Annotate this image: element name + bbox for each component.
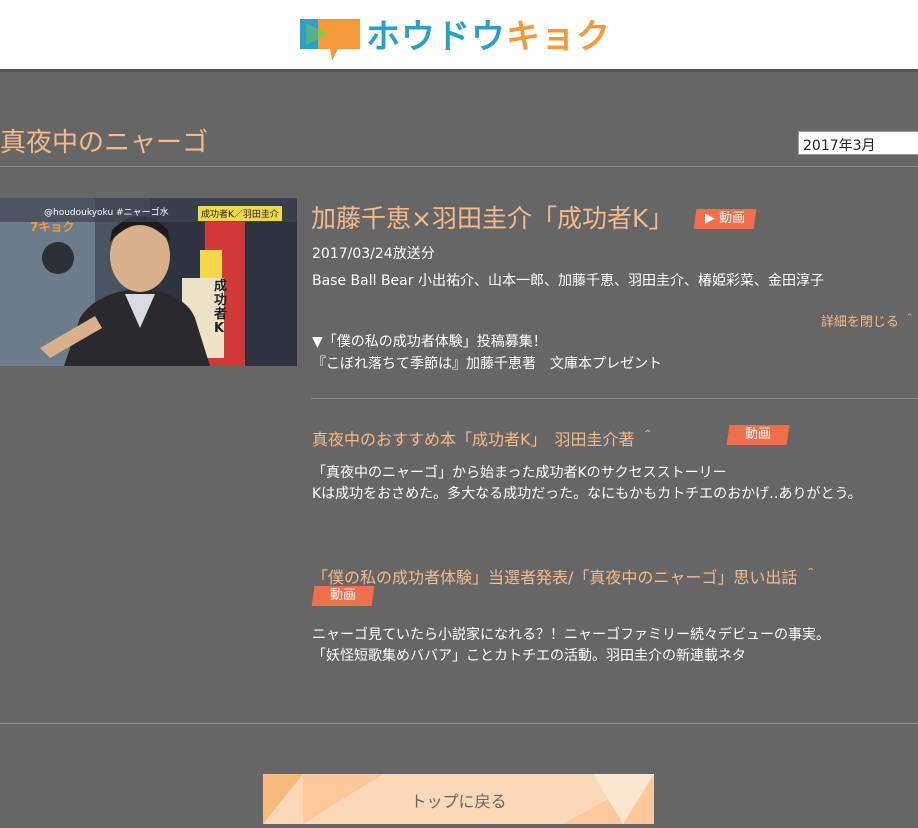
month-select[interactable]: 2017年3月 xyxy=(798,131,918,155)
episode-title-text: 加藤千恵×羽田圭介「成功者K」 xyxy=(311,204,674,233)
logo-text: ホウドウキョク xyxy=(366,14,611,60)
logo-mark-icon xyxy=(298,13,360,61)
segment-description-line: 「真夜中のニャーゴ」から始まった成功者Kのサクセスストーリー xyxy=(312,465,727,481)
segment-description-line: Kは成功をおさめた。多大なる成功だった。なにもかもカトチエのおかげ‥ありがとう。 xyxy=(312,486,862,502)
broadcast-date: 2017/03/24放送分 xyxy=(312,246,435,262)
logo-text-blue: ホウドウ xyxy=(366,17,506,57)
site-header: ホウドウキョク xyxy=(0,0,918,72)
episode-title[interactable]: 加藤千恵×羽田圭介「成功者K」 ▶ 動画 xyxy=(311,199,757,235)
logo-text-orange: キョク xyxy=(506,17,611,57)
thumb-tag: 成功者K／羽田圭介 xyxy=(198,206,282,221)
cast-list: Base Ball Bear 小出祐介、山本一郎、加藤千恵、羽田圭介、椿姫彩菜、… xyxy=(312,273,824,289)
segment-video-badge-label: 動画 xyxy=(744,427,771,442)
divider xyxy=(0,723,918,724)
program-title: 真夜中のニャーゴ xyxy=(0,128,209,158)
episode-thumbnail[interactable]: @houdoukyoku #ニャーゴ水 成功者K／羽田圭介 7キョク 成功者K xyxy=(0,198,297,366)
back-to-top-label: トップに戻る xyxy=(410,792,507,811)
thumb-logo: 7キョク xyxy=(30,220,75,234)
segment-video-badge-label: 動画 xyxy=(329,588,356,603)
notice-line: 『こぼれ落ちて季節は』加藤千恵著 文庫本プレゼント xyxy=(312,356,662,372)
segment-description-line: 「妖怪短歌集めババア」ことカトチエの活動。羽田圭介の新連載ネタ xyxy=(312,648,746,664)
segment-title[interactable]: 「僕の私の成功者体験」当選者発表/「真夜中のニャーゴ」思い出話 ＾ xyxy=(312,564,818,588)
divider xyxy=(0,166,918,167)
toggle-details-link[interactable]: 詳細を閉じる ＾ xyxy=(821,311,916,330)
divider xyxy=(311,398,918,399)
segment-description: 「真夜中のニャーゴ」から始まった成功者Kのサクセスストーリー Kは成功をおさめた… xyxy=(312,463,916,505)
video-badge-label: ▶ 動画 xyxy=(705,211,746,226)
thumb-book: 成功者K xyxy=(214,279,228,336)
video-badge[interactable]: ▶ 動画 xyxy=(693,209,757,229)
site-logo[interactable]: ホウドウキョク xyxy=(298,13,611,61)
segment-description: ニャーゴ見ていたら小説家になれる？！ニャーゴファミリー続々デビューの事実。 「妖… xyxy=(312,625,916,667)
segment-video-badge[interactable]: 動画 xyxy=(726,425,790,445)
segment-description-line: ニャーゴ見ていたら小説家になれる？！ニャーゴファミリー続々デビューの事実。 xyxy=(312,627,830,643)
thumb-handle: @houdoukyoku #ニャーゴ水 xyxy=(44,208,169,218)
segment-title[interactable]: 真夜中のおすすめ本「成功者K」 羽田圭介著 ＾ xyxy=(312,426,656,450)
notice-line: ▼「僕の私の成功者体験」投稿募集！ xyxy=(312,334,547,350)
segment-video-badge[interactable]: 動画 xyxy=(311,586,375,606)
back-to-top-button[interactable]: トップに戻る xyxy=(263,774,654,824)
